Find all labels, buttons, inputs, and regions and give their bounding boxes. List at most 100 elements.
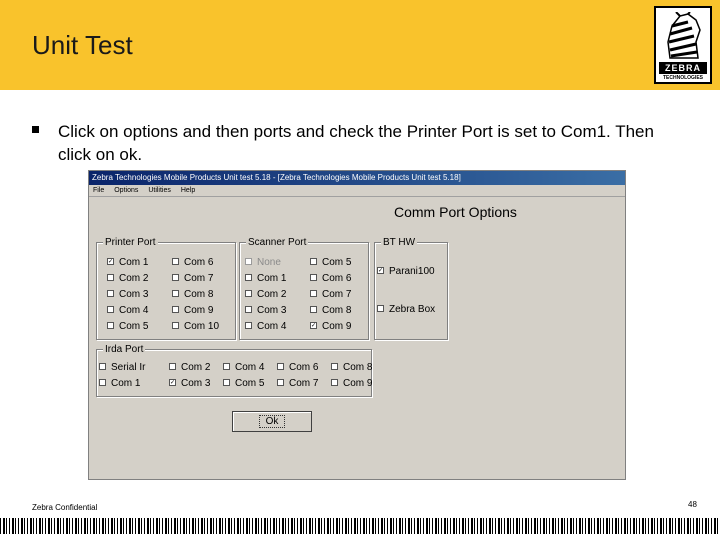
page-number: 48 <box>688 500 697 509</box>
printer-port-checkbox-com-6[interactable]: Com 6 <box>172 257 213 269</box>
scanner-port-checkbox-com-5[interactable]: Com 5 <box>310 257 351 269</box>
comm-port-heading: Comm Port Options <box>394 204 517 220</box>
checkbox-box[interactable] <box>310 257 317 265</box>
checkbox-box[interactable]: ✓ <box>169 378 176 386</box>
scanner-port-checkbox-com-6[interactable]: Com 6 <box>310 273 351 285</box>
irda-port-checkbox-com-8[interactable]: Com 8 <box>331 362 372 374</box>
checkbox-box[interactable] <box>107 289 114 297</box>
printer-port-checkbox-com-2[interactable]: Com 2 <box>107 273 148 285</box>
zebra-logo: ZEBRA TECHNOLOGIES <box>654 6 712 84</box>
scanner-port-checkbox-com-3[interactable]: Com 3 <box>245 305 286 317</box>
checkbox-box[interactable] <box>245 289 252 297</box>
checkbox-label: Com 5 <box>235 378 265 389</box>
checkbox-box[interactable]: ✓ <box>107 257 114 265</box>
printer-port-label: Printer Port <box>103 237 158 248</box>
scanner-port-checkbox-none[interactable]: None <box>245 257 281 269</box>
scanner-port-checkbox-com-7[interactable]: Com 7 <box>310 289 351 301</box>
window-title-bar[interactable]: Zebra Technologies Mobile Products Unit … <box>89 171 625 185</box>
checkbox-box[interactable] <box>223 378 230 386</box>
checkbox-box[interactable] <box>245 321 252 329</box>
footer-confidential: Zebra Confidential <box>32 503 98 512</box>
irda-port-checkbox-com-4[interactable]: Com 4 <box>223 362 264 374</box>
printer-port-checkbox-com-3[interactable]: Com 3 <box>107 289 148 301</box>
irda-port-checkbox-com-5[interactable]: Com 5 <box>223 378 264 390</box>
checkbox-box[interactable]: ✓ <box>377 266 384 274</box>
checkbox-box[interactable] <box>310 273 317 281</box>
scanner-port-checkbox-com-4[interactable]: Com 4 <box>245 321 286 333</box>
checkbox-box[interactable] <box>172 289 179 297</box>
checkbox-label: Com 4 <box>257 321 287 332</box>
irda-port-checkbox-com-7[interactable]: Com 7 <box>277 378 318 390</box>
checkbox-box[interactable] <box>310 305 317 313</box>
checkbox-label: Com 9 <box>322 321 352 332</box>
irda-port-checkbox-com-9[interactable]: Com 9 <box>331 378 372 390</box>
irda-port-checkbox-com-3[interactable]: ✓ Com 3 <box>169 378 210 390</box>
scanner-port-checkbox-com-1[interactable]: Com 1 <box>245 273 286 285</box>
checkbox-label: Com 6 <box>289 362 319 373</box>
checkbox-box[interactable] <box>245 305 252 313</box>
irda-port-checkbox-com-6[interactable]: Com 6 <box>277 362 318 374</box>
checkbox-box[interactable] <box>277 362 284 370</box>
checkbox-label: Com 5 <box>322 257 352 268</box>
checkbox-box[interactable] <box>172 321 179 329</box>
checkbox-box[interactable] <box>377 304 384 312</box>
checkbox-label: Com 8 <box>322 305 352 316</box>
slide-title: Unit Test <box>32 30 133 60</box>
checkbox-label: Com 1 <box>119 257 149 268</box>
checkbox-label: Com 3 <box>119 289 149 300</box>
ok-button[interactable]: Ok <box>232 411 312 432</box>
ok-button-label: Ok <box>258 415 286 428</box>
bt-hw-label: BT HW <box>381 237 418 248</box>
checkbox-box[interactable] <box>172 273 179 281</box>
app-window: Zebra Technologies Mobile Products Unit … <box>88 170 626 480</box>
printer-port-checkbox-com-4[interactable]: Com 4 <box>107 305 148 317</box>
checkbox-box[interactable] <box>172 257 179 265</box>
printer-port-checkbox-com-9[interactable]: Com 9 <box>172 305 213 317</box>
checkbox-box[interactable] <box>107 305 114 313</box>
printer-port-checkbox-com-10[interactable]: Com 10 <box>172 321 219 333</box>
scanner-port-checkbox-com-8[interactable]: Com 8 <box>310 305 351 317</box>
checkbox-label: Com 7 <box>322 289 352 300</box>
bt-hw-checkbox-parani100[interactable]: ✓ Parani100 <box>377 266 435 278</box>
checkbox-label: Com 6 <box>184 257 214 268</box>
logo-subtext: TECHNOLOGIES <box>662 75 703 81</box>
scanner-port-checkbox-com-2[interactable]: Com 2 <box>245 289 286 301</box>
zebra-head-icon <box>667 12 701 59</box>
irda-port-checkbox-serial-ir[interactable]: Serial Ir <box>99 362 145 374</box>
checkbox-box[interactable] <box>331 362 338 370</box>
checkbox-box[interactable] <box>107 273 114 281</box>
checkbox-box[interactable] <box>331 378 338 386</box>
menu-options[interactable]: Options <box>114 187 138 194</box>
slide-header: Unit Test ZEBRA TECHNOLOGIES <box>0 0 720 90</box>
checkbox-box[interactable] <box>169 362 176 370</box>
checkbox-box[interactable] <box>245 257 252 265</box>
checkbox-box[interactable] <box>99 378 106 386</box>
menu-help[interactable]: Help <box>181 187 195 194</box>
menu-bar: File Options Utilities Help <box>89 185 625 197</box>
checkbox-box[interactable] <box>277 378 284 386</box>
checkbox-box[interactable] <box>107 321 114 329</box>
printer-port-checkbox-com-7[interactable]: Com 7 <box>172 273 213 285</box>
menu-utilities[interactable]: Utilities <box>148 187 171 194</box>
checkbox-box[interactable] <box>172 305 179 313</box>
irda-port-checkbox-com-1[interactable]: Com 1 <box>99 378 140 390</box>
scanner-port-checkbox-com-9[interactable]: ✓ Com 9 <box>310 321 351 333</box>
bt-hw-checkbox-zebra-box[interactable]: Zebra Box <box>377 304 435 316</box>
checkbox-label: Com 2 <box>181 362 211 373</box>
checkbox-label: Com 4 <box>119 305 149 316</box>
checkbox-box[interactable] <box>310 289 317 297</box>
checkbox-box[interactable] <box>223 362 230 370</box>
checkbox-label: Com 5 <box>119 321 149 332</box>
checkbox-box[interactable] <box>245 273 252 281</box>
checkbox-label: Com 3 <box>257 305 287 316</box>
menu-file[interactable]: File <box>93 187 104 194</box>
irda-port-checkbox-com-2[interactable]: Com 2 <box>169 362 210 374</box>
checkbox-label: Com 7 <box>184 273 214 284</box>
printer-port-checkbox-com-5[interactable]: Com 5 <box>107 321 148 333</box>
checkbox-label: Zebra Box <box>389 304 436 315</box>
checkbox-box[interactable]: ✓ <box>310 321 317 329</box>
printer-port-checkbox-com-8[interactable]: Com 8 <box>172 289 213 301</box>
printer-port-checkbox-com-1[interactable]: ✓ Com 1 <box>107 257 148 269</box>
checkbox-label: Com 8 <box>343 362 373 373</box>
checkbox-box[interactable] <box>99 362 106 370</box>
